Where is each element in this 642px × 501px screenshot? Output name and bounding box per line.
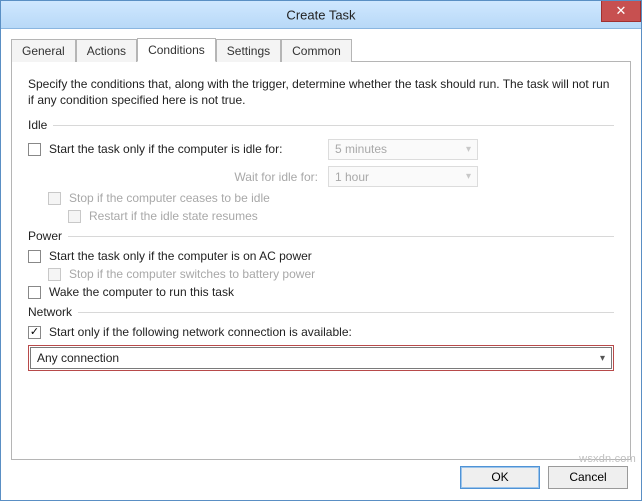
select-idle-time-value: 5 minutes — [335, 142, 387, 156]
group-idle-label: Idle — [28, 118, 47, 132]
intro-text: Specify the conditions that, along with … — [28, 76, 614, 108]
checkbox-only-ac[interactable] — [28, 250, 41, 263]
label-wait-for-idle: Wait for idle for: — [28, 170, 328, 184]
checkbox-start-if-idle[interactable] — [28, 143, 41, 156]
label-start-if-idle: Start the task only if the computer is i… — [49, 142, 282, 156]
checkbox-wake[interactable] — [28, 286, 41, 299]
close-button[interactable]: ✕ — [601, 1, 641, 22]
tab-general[interactable]: General — [11, 39, 76, 62]
group-network-label: Network — [28, 305, 72, 319]
window-title: Create Task — [286, 7, 355, 22]
label-stop-on-battery: Stop if the computer switches to battery… — [69, 267, 315, 281]
row-stop-on-battery: Stop if the computer switches to battery… — [48, 267, 614, 281]
label-only-if-network: Start only if the following network conn… — [49, 325, 352, 339]
chevron-down-icon: ▾ — [466, 171, 471, 182]
divider — [68, 236, 614, 237]
conditions-panel: Specify the conditions that, along with … — [11, 62, 631, 460]
watermark: wsxdn.com — [579, 453, 636, 465]
select-idle-time[interactable]: 5 minutes ▾ — [328, 139, 478, 160]
tab-conditions[interactable]: Conditions — [137, 38, 216, 62]
dialog-buttons: OK Cancel — [460, 466, 628, 489]
group-idle-header: Idle — [28, 118, 614, 132]
checkbox-stop-on-battery — [48, 268, 61, 281]
label-restart-if-resumes: Restart if the idle state resumes — [89, 209, 258, 223]
group-power-label: Power — [28, 229, 62, 243]
chevron-down-icon: ▾ — [600, 353, 605, 364]
row-start-if-idle: Start the task only if the computer is i… — [28, 142, 328, 156]
select-wait-time[interactable]: 1 hour ▾ — [328, 166, 478, 187]
tab-strip: General Actions Conditions Settings Comm… — [11, 37, 631, 62]
select-wait-time-value: 1 hour — [335, 170, 369, 184]
row-stop-if-ceases: Stop if the computer ceases to be idle — [48, 191, 614, 205]
label-only-ac: Start the task only if the computer is o… — [49, 249, 312, 263]
label-wake: Wake the computer to run this task — [49, 285, 234, 299]
tab-actions[interactable]: Actions — [76, 39, 137, 62]
tab-common[interactable]: Common — [281, 39, 352, 62]
row-restart-if-resumes: Restart if the idle state resumes — [68, 209, 614, 223]
select-network-connection[interactable]: Any connection ▾ — [30, 347, 612, 369]
group-network-header: Network — [28, 305, 614, 319]
network-select-highlight: Any connection ▾ — [28, 345, 614, 371]
title-bar: Create Task ✕ — [1, 1, 641, 29]
select-network-value: Any connection — [37, 351, 119, 365]
group-power-header: Power — [28, 229, 614, 243]
row-only-if-network: Start only if the following network conn… — [28, 325, 614, 339]
cancel-button[interactable]: Cancel — [548, 466, 628, 489]
ok-button[interactable]: OK — [460, 466, 540, 489]
row-only-ac: Start the task only if the computer is o… — [28, 249, 614, 263]
checkbox-only-if-network[interactable] — [28, 326, 41, 339]
checkbox-stop-if-ceases — [48, 192, 61, 205]
row-wake: Wake the computer to run this task — [28, 285, 614, 299]
close-icon: ✕ — [616, 3, 627, 18]
divider — [53, 125, 614, 126]
label-stop-if-ceases: Stop if the computer ceases to be idle — [69, 191, 270, 205]
chevron-down-icon: ▾ — [466, 144, 471, 155]
checkbox-restart-if-resumes — [68, 210, 81, 223]
tab-settings[interactable]: Settings — [216, 39, 281, 62]
divider — [78, 312, 614, 313]
